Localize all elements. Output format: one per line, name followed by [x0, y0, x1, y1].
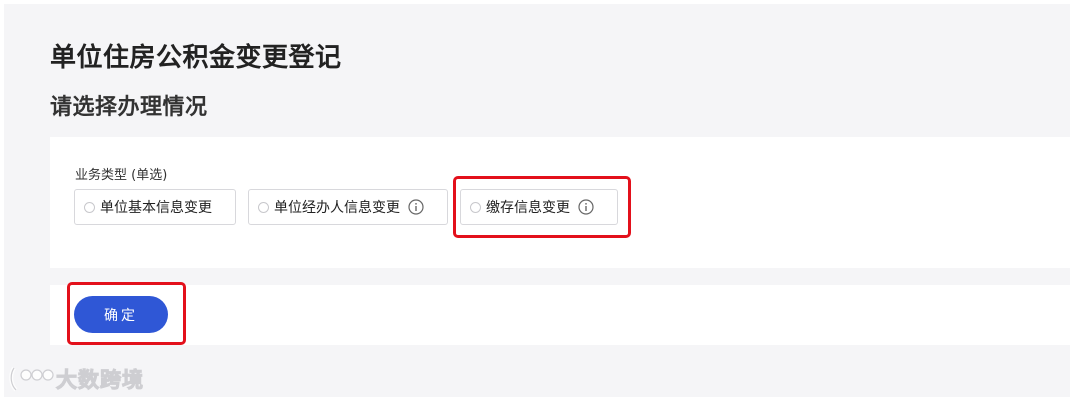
- watermark: 大数跨境: [8, 364, 144, 394]
- radio-circle-icon[interactable]: [470, 201, 481, 213]
- business-type-label: 业务类型 (单选): [75, 168, 168, 183]
- info-icon[interactable]: [578, 199, 594, 215]
- radio-circle-icon[interactable]: [258, 201, 269, 213]
- confirm-button[interactable]: 确定: [74, 296, 168, 333]
- option-label: 缴存信息变更: [486, 200, 570, 216]
- info-icon[interactable]: [408, 199, 424, 215]
- option-contribution-info-change[interactable]: 缴存信息变更: [460, 189, 618, 225]
- option-basic-info-change[interactable]: 单位基本信息变更: [74, 189, 236, 225]
- watermark-text: 大数跨境: [56, 368, 144, 393]
- option-label: 单位基本信息变更: [100, 200, 212, 216]
- option-agent-info-change[interactable]: 单位经办人信息变更: [248, 189, 448, 225]
- page-subtitle: 请选择办理情况: [50, 95, 208, 120]
- business-type-card: 业务类型 (单选) 单位基本信息变更 单位经办人信息变更 缴存信息变更: [50, 137, 1074, 268]
- radio-circle-icon[interactable]: [84, 201, 95, 213]
- page-title: 单位住房公积金变更登记: [50, 43, 342, 73]
- option-label: 单位经办人信息变更: [274, 200, 400, 216]
- watermark-logo-icon: [9, 366, 54, 392]
- action-bar: 确定: [50, 285, 1074, 345]
